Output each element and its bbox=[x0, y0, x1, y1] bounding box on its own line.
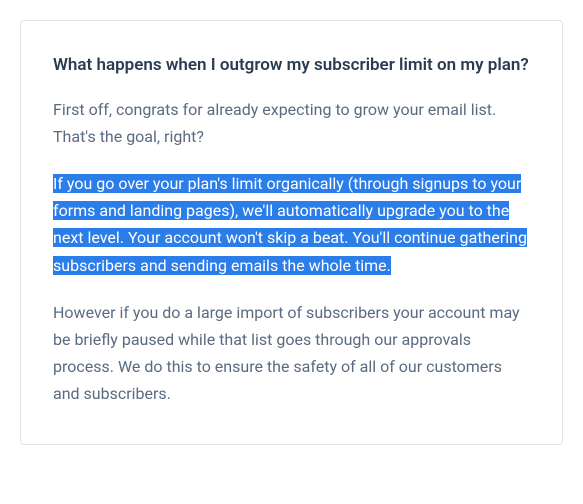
faq-card: What happens when I outgrow my subscribe… bbox=[20, 20, 563, 445]
faq-paragraph-3: However if you do a large import of subs… bbox=[53, 299, 530, 408]
faq-body: First off, congrats for already expectin… bbox=[53, 96, 530, 408]
highlighted-text[interactable]: If you go over your plan's limit organic… bbox=[53, 174, 527, 275]
faq-paragraph-2: If you go over your plan's limit organic… bbox=[53, 170, 530, 279]
faq-title: What happens when I outgrow my subscribe… bbox=[53, 53, 530, 78]
faq-paragraph-1: First off, congrats for already expectin… bbox=[53, 96, 530, 150]
